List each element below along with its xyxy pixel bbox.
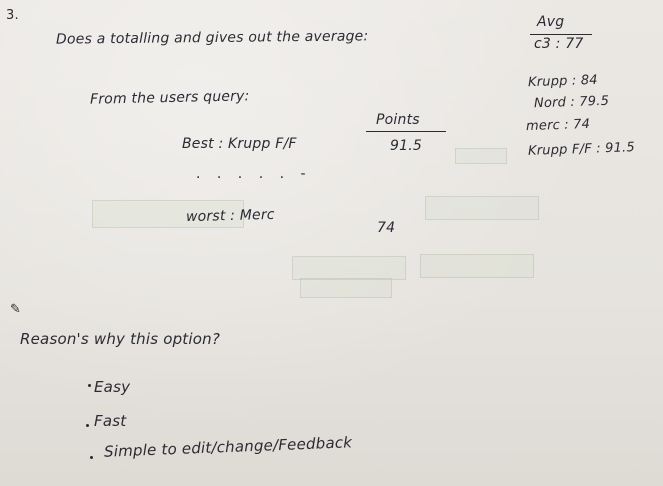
intro-line: Does a totalling and gives out the avera… (55, 28, 369, 48)
question-number: 3. (6, 8, 19, 23)
side-list-item: Krupp : 84 (527, 72, 599, 91)
best-label: Best : Krupp F/F (182, 136, 297, 152)
points-underline (366, 131, 446, 132)
side-list-item: merc : 74 (525, 116, 591, 135)
reason-item: Easy (94, 378, 131, 396)
showthrough-box (292, 256, 406, 280)
worst-points: 74 (377, 220, 396, 236)
avg-header: Avg (537, 14, 565, 30)
query-label: From the users query: (89, 88, 250, 108)
worst-label: worst : Merc (185, 206, 275, 226)
reason-bullet (86, 424, 89, 427)
side-list-item: Nord : 79.5 (533, 93, 610, 112)
showthrough-box (455, 148, 507, 164)
reason-bullet (88, 384, 91, 387)
showthrough-box (420, 254, 534, 278)
pen-mark-icon: ✎ (10, 302, 22, 317)
showthrough-box (425, 196, 539, 220)
reason-item: Fast (94, 412, 127, 430)
reason-bullet (90, 456, 93, 459)
showthrough-box (300, 278, 392, 298)
avg-c3-value: c3 : 77 (534, 36, 584, 52)
best-points: 91.5 (390, 138, 422, 154)
reason-label: Reason's why this option? (20, 330, 220, 348)
points-header: Points (376, 112, 420, 128)
dotted-continuation: . . . . . - (196, 166, 312, 182)
avg-underline (530, 34, 592, 35)
